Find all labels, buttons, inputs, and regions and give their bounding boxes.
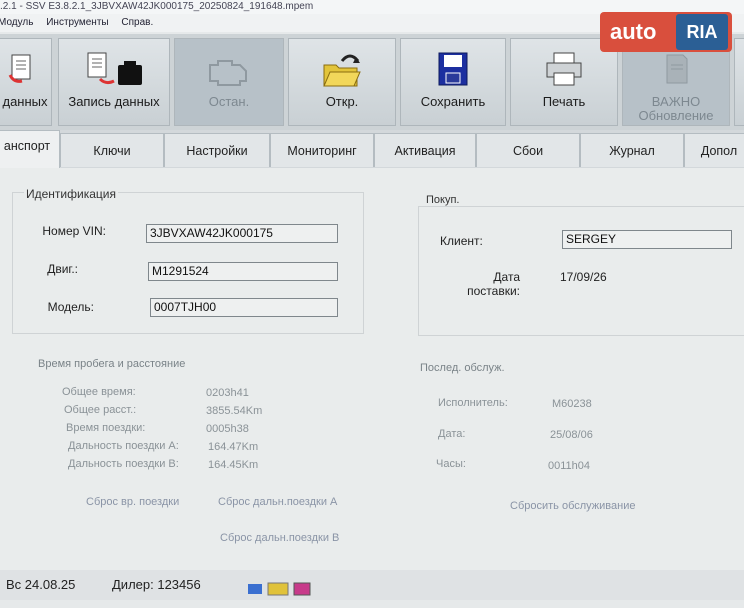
watermark-brand: RIA — [676, 14, 728, 50]
model-field[interactable]: 0007TJH00 — [150, 298, 338, 317]
client-field[interactable]: SERGEY — [562, 230, 732, 249]
trip-time-value: 0005h38 — [206, 423, 249, 435]
executor-value: M60238 — [552, 398, 592, 410]
connection-icons — [248, 578, 312, 608]
tab-faults[interactable]: Сбои — [476, 133, 580, 167]
tab-bar: анспорт Ключи Настройки Мониторинг Актив… — [0, 130, 744, 169]
reset-trip-a-button[interactable]: Сброс дальн.поездки A — [218, 496, 337, 508]
autoria-watermark: auto RIA — [600, 12, 732, 52]
folder-open-icon — [320, 51, 364, 94]
version-text: Вс 24.08.25 — [6, 577, 76, 592]
service-hours-value: 0011h04 — [548, 460, 591, 472]
toolbar-overflow — [734, 38, 744, 126]
dealer-text: Дилер: 123456 — [112, 577, 201, 592]
service-hours-label: Часы: — [436, 458, 466, 470]
write-data-icon — [82, 51, 146, 94]
reset-trip-b-button[interactable]: Сброс дальн.поездки B — [220, 532, 339, 544]
open-button[interactable]: Откр. — [288, 38, 396, 126]
engine-icon — [204, 51, 254, 94]
menu-tools[interactable]: Инструменты — [46, 14, 108, 32]
reset-service-button[interactable]: Сбросить обслуживание — [510, 500, 635, 512]
document-arrow-icon — [6, 53, 36, 92]
service-date-value: 25/08/06 — [550, 429, 593, 441]
buyer-legend: Покуп. — [424, 194, 462, 206]
model-label: Модель: — [47, 300, 94, 314]
menu-help[interactable]: Справ. — [121, 14, 153, 32]
engine-field[interactable]: M1291524 — [148, 262, 338, 281]
total-distance-label: Общее расст.: — [64, 404, 137, 416]
save-label: Сохранить — [420, 94, 486, 109]
watermark-text: auto — [610, 19, 657, 44]
update-sublabel: Обновление — [638, 108, 714, 123]
status-bar: Вс 24.08.25 Дилер: 123456 — [0, 570, 744, 600]
total-distance-value: 3855.54Km — [206, 405, 263, 417]
total-time-label: Общее время: — [62, 386, 136, 398]
print-label: Печать — [542, 94, 586, 109]
client-label: Клиент: — [440, 234, 483, 248]
read-data-label: данных — [2, 94, 48, 109]
tab-activation[interactable]: Активация — [374, 133, 476, 167]
tab-keys[interactable]: Ключи — [60, 133, 164, 167]
update-label: ВАЖНО — [651, 94, 701, 109]
service-legend: Послед. обслуж. — [420, 362, 505, 374]
engine-label: Двиг.: — [47, 262, 78, 276]
trip-a-label: Дальность поездки A: — [68, 440, 179, 452]
stop-button[interactable]: Остан. — [174, 38, 284, 126]
open-label: Откр. — [325, 94, 359, 109]
tab-monitoring[interactable]: Мониторинг — [270, 133, 374, 167]
trip-a-value: 164.47Km — [208, 441, 259, 453]
tab-journal[interactable]: Журнал — [580, 133, 684, 167]
service-date-label: Дата: — [438, 428, 466, 440]
identification-legend: Идентификация — [24, 187, 118, 201]
save-button[interactable]: Сохранить — [400, 38, 506, 126]
tab-additional[interactable]: Допол — [684, 133, 744, 167]
total-time-value: 0203h41 — [206, 387, 249, 399]
read-data-button[interactable]: данных — [0, 38, 52, 126]
trip-b-label: Дальность поездки B: — [68, 458, 179, 470]
delivery-label: Дата поставки: — [467, 270, 520, 298]
delivery-value: 17/09/26 — [560, 270, 607, 284]
write-data-label: Запись данных — [68, 94, 160, 109]
trip-time-label: Время поездки: — [66, 422, 146, 434]
stop-label: Остан. — [208, 94, 250, 109]
floppy-disk-icon — [437, 51, 469, 90]
write-data-button[interactable]: Запись данных — [58, 38, 170, 126]
trip-b-value: 164.45Km — [208, 459, 259, 471]
mileage-legend: Время пробега и расстояние — [38, 358, 186, 370]
vin-field[interactable]: 3JBVXAW42JK000175 — [146, 224, 338, 243]
main-panel: Идентификация Номер VIN: 3JBVXAW42JK0001… — [0, 168, 744, 570]
tab-transport[interactable]: анспорт — [0, 130, 60, 168]
printer-icon — [544, 51, 584, 90]
executor-label: Исполнитель: — [438, 397, 508, 409]
vin-label: Номер VIN: — [42, 224, 106, 238]
window-title-text: .2.1 - SSV E3.8.2.1_3JBVXAW42JK000175_20… — [0, 1, 314, 12]
tab-settings[interactable]: Настройки — [164, 133, 270, 167]
update-icon — [659, 51, 693, 90]
reset-trip-time-button[interactable]: Сброс вр. поездки — [86, 496, 179, 508]
menu-module[interactable]: Модуль — [0, 14, 33, 32]
